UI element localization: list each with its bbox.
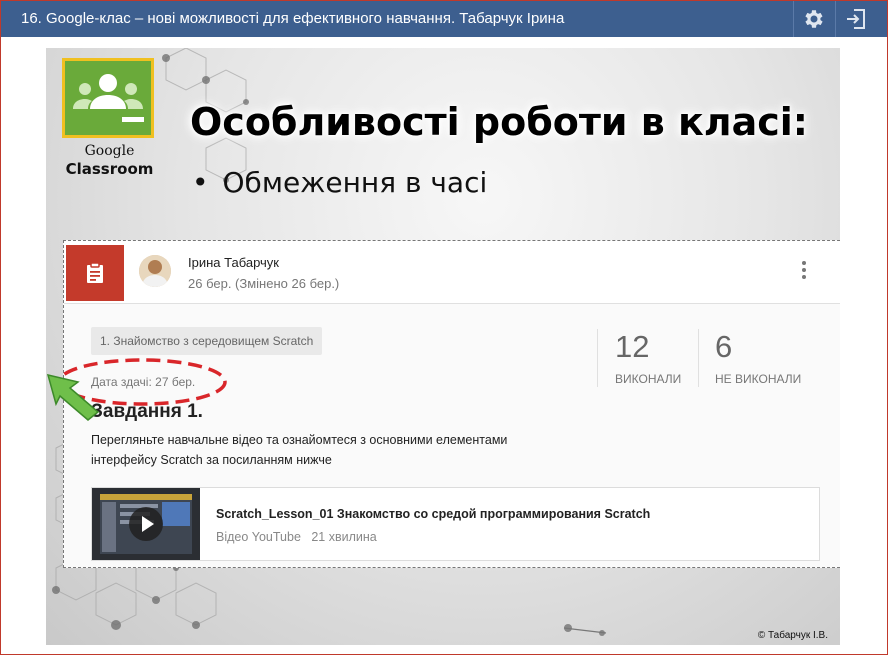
slide-bullet: • Обмеження в часі bbox=[192, 166, 487, 199]
not-turned-in-label[interactable]: НЕ ВИКОНАЛИ bbox=[715, 372, 801, 386]
kebab-dot bbox=[802, 275, 806, 279]
due-date: Дата здачі: 27 бер. bbox=[91, 375, 196, 389]
video-attachment[interactable]: Scratch_Lesson_01 Знакомство со средой п… bbox=[91, 487, 820, 561]
bullet-text: Обмеження в часі bbox=[222, 166, 488, 199]
user-photo-icon bbox=[139, 255, 171, 287]
bullet-dot: • bbox=[192, 166, 209, 199]
video-source: Відео YouTube bbox=[216, 530, 301, 544]
assignment-icon-tile bbox=[66, 245, 124, 301]
stats-divider bbox=[597, 329, 598, 387]
topic-chip[interactable]: 1. Знайомство з середовищем Scratch bbox=[91, 327, 323, 355]
author-name[interactable]: Ірина Табарчук bbox=[188, 255, 279, 270]
more-options-button[interactable] bbox=[799, 261, 809, 285]
gear-icon bbox=[805, 10, 823, 28]
video-duration: 21 хвилина bbox=[311, 530, 377, 544]
top-bar: 16. Google-клас – нові можливості для еф… bbox=[1, 1, 887, 37]
stats-divider bbox=[698, 329, 699, 387]
clipboard-icon bbox=[87, 262, 103, 283]
video-title[interactable]: Scratch_Lesson_01 Знакомство со средой п… bbox=[216, 507, 650, 521]
task-description-line: Перегляньте навчальне відео та ознайомте… bbox=[91, 433, 508, 447]
window-title: 16. Google-клас – нові можливості для еф… bbox=[21, 10, 565, 27]
post-header: Ірина Табарчук 26 бер. (Змінено 26 бер.) bbox=[64, 241, 840, 304]
play-icon[interactable] bbox=[128, 506, 164, 542]
google-classroom-logo bbox=[62, 58, 154, 138]
presentation-slide: Google Classroom Особливості роботи в кл… bbox=[46, 48, 840, 645]
turned-in-count[interactable]: 12 bbox=[615, 329, 649, 365]
copyright: © Табарчук І.В. bbox=[757, 630, 828, 641]
logo-caption: Google Classroom bbox=[52, 142, 167, 178]
slide-title: Особливості роботи в класі: bbox=[190, 100, 809, 144]
settings-button[interactable] bbox=[793, 1, 834, 37]
exit-button[interactable] bbox=[835, 1, 876, 37]
video-thumbnail[interactable] bbox=[92, 488, 200, 560]
exit-icon bbox=[847, 9, 865, 29]
avatar[interactable] bbox=[139, 255, 171, 287]
logo-line-google: Google bbox=[84, 143, 135, 159]
logo-line-classroom: Classroom bbox=[65, 160, 154, 178]
classroom-post-screenshot: Ірина Табарчук 26 бер. (Змінено 26 бер.)… bbox=[63, 240, 840, 568]
kebab-dot bbox=[802, 261, 806, 265]
video-meta: Відео YouTube 21 хвилина bbox=[216, 530, 377, 544]
task-description-line: інтерфейсу Scratch за посиланням нижче bbox=[91, 453, 332, 467]
task-title[interactable]: Завдання 1. bbox=[91, 401, 203, 423]
kebab-dot bbox=[802, 268, 806, 272]
turned-in-label[interactable]: ВИКОНАЛИ bbox=[615, 372, 681, 386]
not-turned-in-count[interactable]: 6 bbox=[715, 329, 732, 365]
task-description: Перегляньте навчальне відео та ознайомте… bbox=[91, 430, 551, 470]
classroom-people-icon bbox=[73, 74, 144, 122]
post-date: 26 бер. (Змінено 26 бер.) bbox=[188, 276, 340, 291]
